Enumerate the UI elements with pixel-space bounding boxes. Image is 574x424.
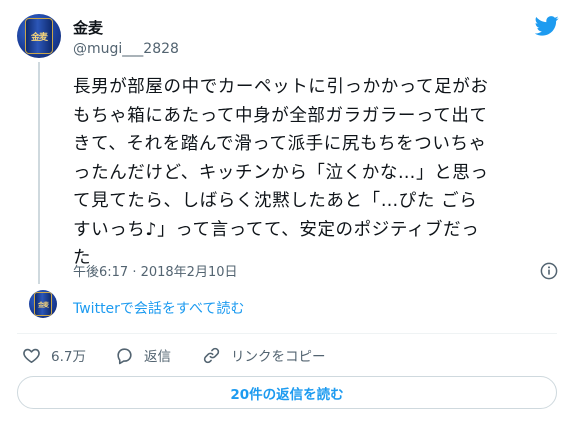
tweet-text-line: 長男が部屋の中でカーペットに引っかかって足がお <box>73 77 489 97</box>
avatar-logo-text: 金麦 <box>30 32 48 43</box>
copy-link-button[interactable]: リンクをコピー <box>202 345 326 365</box>
info-icon[interactable] <box>540 262 558 280</box>
read-conversation-link[interactable]: Twitterで会話をすべて読む <box>73 298 244 318</box>
conversation-avatar: 金麦 <box>29 290 57 318</box>
tweet-text-line: きて、それを踏んで滑って派手に尻もちをついちゃ <box>73 134 487 154</box>
tweet-text-line: もちゃ箱にあたって中身が全部ガラガラーって出て <box>73 105 488 126</box>
reply-button[interactable]: 返信 <box>115 345 171 365</box>
like-count: 6.7万 <box>51 349 86 365</box>
tweet-body: 長男が部屋の中でカーペットに引っかかって足がお もちゃ箱にあたって中身が全部ガラ… <box>73 73 561 273</box>
avatar-logo-text: 金麦 <box>37 301 49 309</box>
user-avatar[interactable]: 金麦 <box>17 14 61 58</box>
reply-label: 返信 <box>144 349 171 365</box>
read-replies-button[interactable]: 20件の返信を読む <box>17 376 557 409</box>
tweet-text-line: ったんだけど、キッチンから「泣くかな…」と思っ <box>73 162 489 183</box>
read-replies-label: 20件の返信を読む <box>230 386 344 403</box>
copy-link-label: リンクをコピー <box>231 349 326 365</box>
tweet-text-line: て見てたら、しばらく沈黙したあと「…ぴた ごら <box>73 191 478 211</box>
avatar-can-graphic: 金麦 <box>34 292 52 316</box>
twitter-bird-icon[interactable] <box>535 16 559 36</box>
avatar-can-graphic: 金麦 <box>25 18 53 54</box>
like-button[interactable]: 6.7万 <box>22 345 86 365</box>
heart-icon <box>23 348 40 363</box>
user-handle[interactable]: @mugi___2828 <box>73 41 179 57</box>
tweet-timestamp[interactable]: 午後6:17 · 2018年2月10日 <box>73 261 238 280</box>
divider <box>17 333 557 334</box>
thread-line <box>38 62 40 284</box>
link-icon <box>203 347 220 363</box>
tweet-text-line: すいっち♪」って言ってて、安定のポジティブだっ <box>73 219 480 240</box>
user-display-name[interactable]: 金麦 <box>73 17 103 38</box>
speech-bubble-icon <box>117 347 132 364</box>
